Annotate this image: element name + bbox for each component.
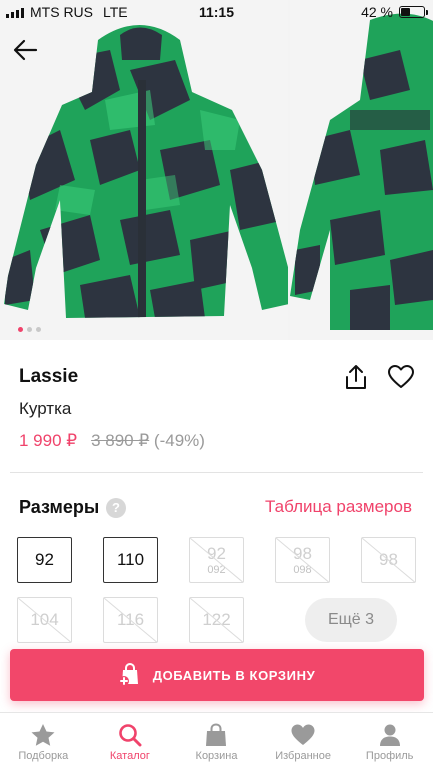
size-label: 110 — [116, 550, 145, 569]
divider — [10, 472, 423, 473]
tab-label: Избранное — [275, 750, 331, 762]
size-option-unavailable[interactable]: 98 098 — [275, 537, 330, 583]
unavailable-strike-icon — [18, 598, 71, 642]
favorite-heart-icon[interactable] — [387, 364, 415, 390]
size-option-unavailable[interactable]: 116 — [103, 597, 158, 643]
gallery-dot[interactable] — [36, 327, 41, 332]
product-photo-front[interactable] — [0, 0, 288, 340]
battery-icon — [399, 6, 428, 18]
more-sizes-button[interactable]: Ещё 3 — [305, 598, 397, 642]
tab-label: Подборка — [18, 750, 69, 762]
bottom-tab-bar: Подборка Каталог Корзина Избранное Профи… — [0, 712, 433, 770]
unavailable-strike-icon — [276, 538, 329, 582]
old-price-block: 3 890 ₽ (-49%) — [91, 431, 205, 451]
shopping-bag-icon — [206, 723, 227, 746]
product-brand[interactable]: Lassie — [19, 366, 78, 388]
tab-favorites[interactable]: Избранное — [260, 713, 347, 770]
cart-add-icon — [118, 662, 141, 689]
size-option-unavailable[interactable]: 92 092 — [189, 537, 244, 583]
product-image-gallery[interactable] — [0, 0, 433, 340]
star-icon — [31, 724, 55, 746]
discount-percent: (-49%) — [153, 431, 205, 450]
gallery-pagination — [18, 327, 41, 332]
tab-label: Каталог — [109, 750, 150, 762]
price-block: 1 990 ₽ 3 890 ₽ (-49%) — [19, 431, 205, 451]
size-label: 92 — [35, 550, 54, 569]
unavailable-strike-icon — [190, 538, 243, 582]
tab-podborka[interactable]: Подборка — [0, 713, 87, 770]
person-icon — [379, 724, 400, 746]
product-photo-back[interactable] — [290, 0, 433, 340]
size-chart-link[interactable]: Таблица размеров — [265, 497, 412, 517]
old-price: 3 890 ₽ — [91, 431, 150, 450]
back-arrow-icon[interactable] — [12, 36, 40, 64]
tab-label: Корзина — [195, 750, 238, 762]
tab-profile[interactable]: Профиль — [346, 713, 433, 770]
unavailable-strike-icon — [190, 598, 243, 642]
size-option-unavailable[interactable]: 122 — [189, 597, 244, 643]
search-icon — [119, 724, 142, 747]
size-option-unavailable[interactable]: 104 — [17, 597, 72, 643]
size-option[interactable]: 110 — [103, 537, 158, 583]
size-option-unavailable[interactable]: 98 — [361, 537, 416, 583]
current-price: 1 990 ₽ — [19, 431, 78, 450]
size-option[interactable]: 92 — [17, 537, 72, 583]
tab-cart[interactable]: Корзина — [173, 713, 260, 770]
tab-label: Профиль — [365, 750, 414, 762]
battery-percent: 42 % — [361, 4, 393, 20]
sizes-heading: Размеры — [19, 497, 100, 517]
gallery-dot[interactable] — [27, 327, 32, 332]
add-to-cart-button[interactable]: ДОБАВИТЬ В КОРЗИНУ — [10, 649, 424, 701]
unavailable-strike-icon — [104, 598, 157, 642]
tab-catalog[interactable]: Каталог — [87, 713, 174, 770]
share-icon[interactable] — [344, 364, 368, 390]
sizes-help-icon[interactable]: ? — [106, 498, 126, 518]
unavailable-strike-icon — [362, 538, 415, 582]
gallery-dot-active[interactable] — [18, 327, 23, 332]
add-to-cart-label: ДОБАВИТЬ В КОРЗИНУ — [152, 667, 316, 683]
heart-icon — [291, 724, 315, 745]
status-bar: MTS RUS LTE 11:15 42 % — [0, 0, 433, 24]
product-type: Куртка — [19, 399, 72, 418]
